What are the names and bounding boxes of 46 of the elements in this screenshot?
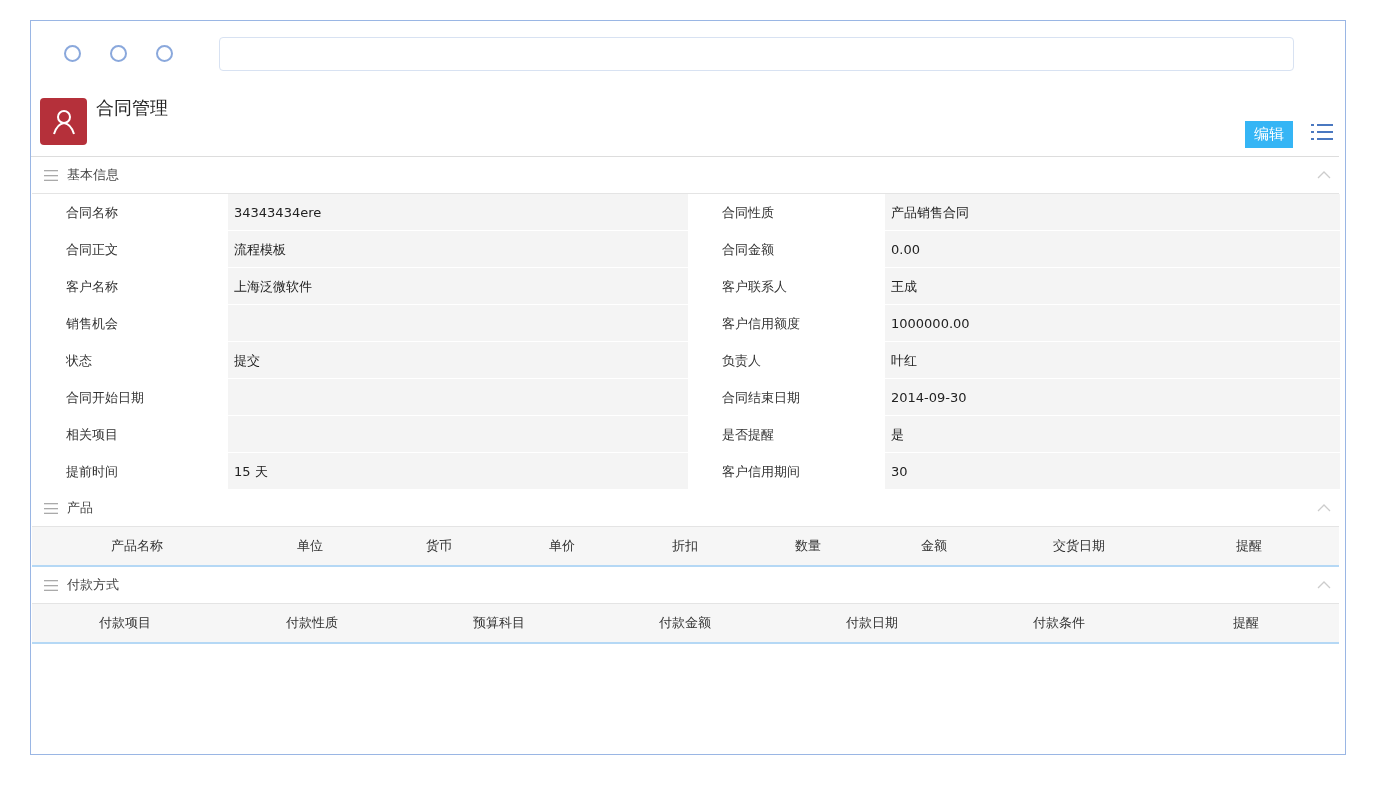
column-header: 数量 (793, 537, 822, 555)
field-value: 产品销售合同 (885, 194, 1340, 231)
field-value: 提交 (228, 342, 688, 379)
address-field[interactable] (219, 36, 1294, 71)
column-header: 提醒 (1231, 614, 1260, 632)
window-control-icon[interactable] (64, 45, 81, 62)
field-value: 30 (885, 453, 1340, 490)
field-value: 15 天 (228, 453, 688, 490)
column-header: 付款项目 (98, 614, 153, 632)
menu-icon (44, 169, 58, 181)
window-control-icon[interactable] (110, 45, 127, 62)
section-title: 产品 (67, 499, 93, 517)
column-header: 提醒 (1235, 537, 1263, 555)
column-header: 交货日期 (1051, 537, 1106, 555)
field-value: 34343434ere (228, 194, 688, 231)
section-title: 基本信息 (67, 166, 119, 184)
person-icon (40, 98, 87, 145)
column-header: 单位 (295, 537, 324, 555)
field-value: 0.00 (885, 231, 1340, 268)
column-header: 付款日期 (845, 614, 900, 632)
menu-icon (44, 579, 58, 591)
column-header: 预算科目 (471, 614, 526, 632)
field-value: 王成 (885, 268, 1340, 305)
column-header: 付款条件 (1031, 614, 1086, 632)
column-header: 折扣 (670, 537, 699, 555)
field-value: 1000000.00 (885, 305, 1340, 342)
field-value: 流程模板 (228, 231, 688, 268)
section-title: 付款方式 (67, 576, 119, 594)
column-header: 金额 (920, 537, 948, 555)
chevron-icon[interactable] (1317, 171, 1331, 179)
field-value: 上海泛微软件 (228, 268, 688, 305)
column-header: 单价 (547, 537, 576, 555)
window-control-icon[interactable] (156, 45, 173, 62)
page-title: 合同管理 (96, 96, 168, 120)
list-menu-icon[interactable] (1311, 123, 1333, 141)
column-header: 付款金额 (658, 614, 713, 632)
field-value: 2014-09-30 (885, 379, 1340, 416)
column-header: 付款性质 (285, 614, 340, 632)
field-value: 是 (885, 416, 1340, 453)
menu-icon (44, 502, 58, 514)
column-header: 产品名称 (110, 537, 164, 555)
chevron-icon[interactable] (1317, 504, 1331, 512)
column-header: 货币 (424, 537, 453, 555)
chevron-icon[interactable] (1317, 581, 1331, 589)
field-value: 叶红 (885, 342, 1340, 379)
edit-button[interactable]: 编辑 (1245, 121, 1293, 148)
